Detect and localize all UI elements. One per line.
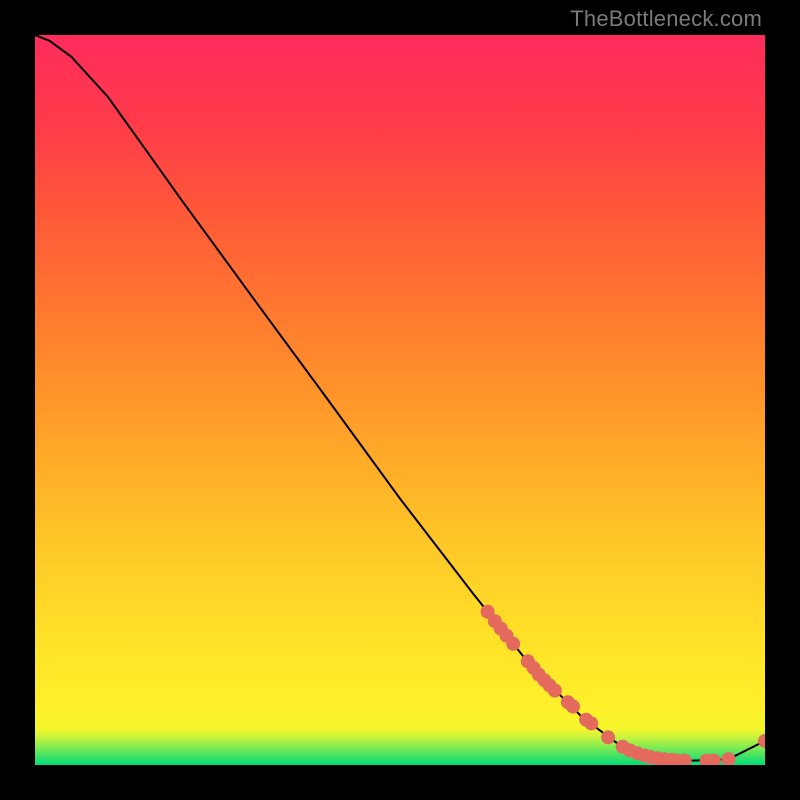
bottleneck-chart — [35, 35, 765, 765]
curve-marker — [548, 684, 562, 698]
curve-marker — [506, 637, 520, 651]
watermark-text: TheBottleneck.com — [570, 6, 762, 32]
curve-marker — [566, 700, 580, 714]
gradient-background — [35, 35, 765, 765]
chart-stage: TheBottleneck.com — [0, 0, 800, 800]
curve-marker — [584, 716, 598, 730]
curve-marker — [601, 730, 615, 744]
